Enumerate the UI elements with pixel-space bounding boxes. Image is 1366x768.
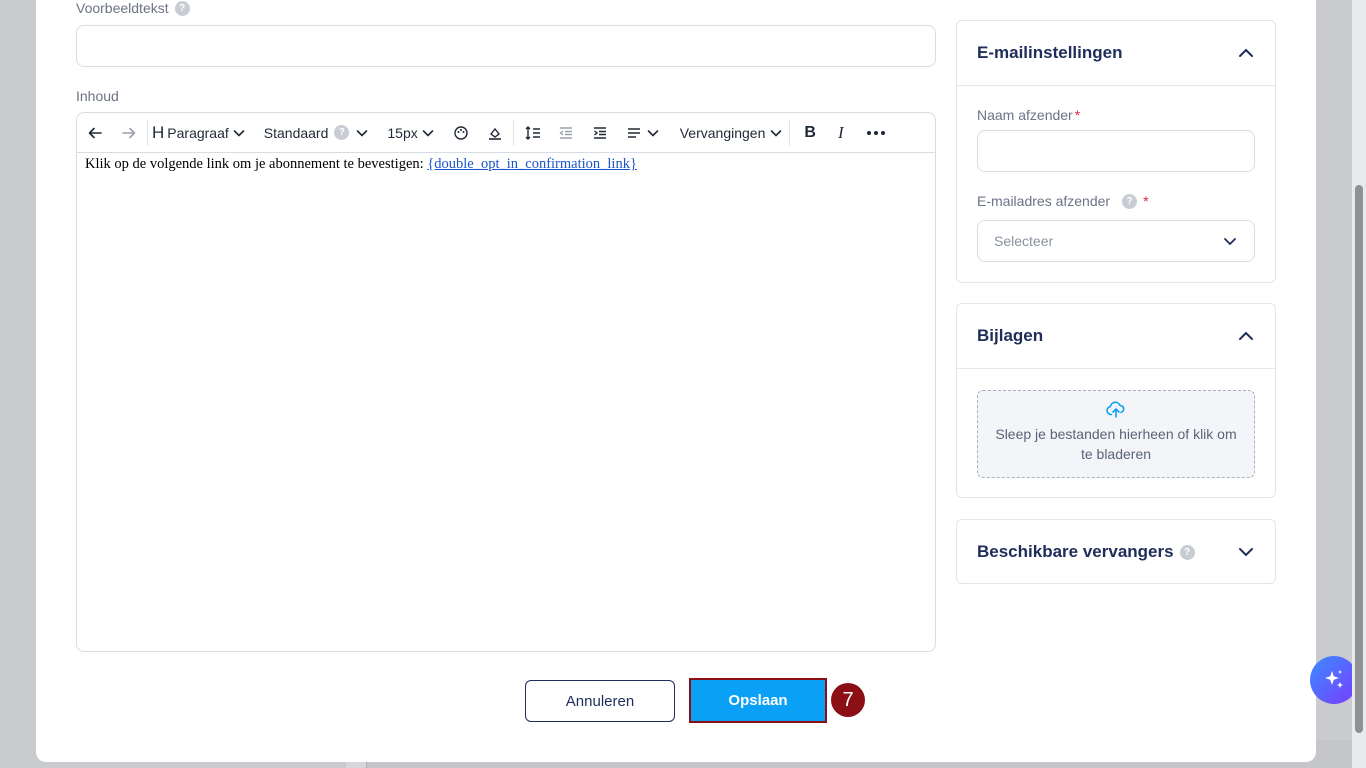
- rich-text-editor: H Paragraaf Standaard ? 15px Vervanginge…: [76, 112, 936, 652]
- attachments-header[interactable]: Bijlagen: [957, 304, 1275, 368]
- sender-email-label-text: E-mailadres afzender: [977, 193, 1111, 209]
- heading-dropdown-label: Paragraaf: [167, 124, 229, 141]
- line-height-icon[interactable]: [524, 113, 542, 153]
- sender-name-input[interactable]: [977, 130, 1255, 172]
- chevron-up-icon[interactable]: [1237, 327, 1255, 345]
- editor-text: Klik op de volgende link om je abonnemen…: [85, 156, 428, 172]
- sender-email-label: E-mailadres afzender ? *: [977, 193, 1149, 209]
- sender-email-placeholder: Selecteer: [994, 233, 1054, 249]
- available-replacements-title: Beschikbare vervangers: [977, 542, 1174, 561]
- preview-text-label: Voorbeeldtekst ?: [76, 0, 190, 16]
- font-size-dropdown[interactable]: 15px: [387, 113, 434, 153]
- required-mark: *: [1074, 107, 1081, 123]
- content-label: Inhoud: [76, 88, 119, 104]
- chevron-up-icon[interactable]: [1237, 44, 1255, 62]
- italic-icon[interactable]: I: [838, 113, 844, 153]
- step-badge: 7: [831, 683, 865, 717]
- available-replacements-title-wrap: Beschikbare vervangers ?: [977, 542, 1195, 562]
- help-icon[interactable]: ?: [1122, 193, 1138, 209]
- email-settings-title: E-mailinstellingen: [977, 43, 1123, 62]
- sender-email-select[interactable]: Selecteer: [977, 220, 1255, 262]
- undo-icon[interactable]: [87, 113, 109, 153]
- font-family-dropdown[interactable]: Standaard ?: [264, 113, 370, 153]
- attachments-panel: Bijlagen Sleep je bestanden hierheen of …: [956, 303, 1276, 498]
- font-family-label: Standaard: [263, 124, 329, 141]
- editor-toolbar: H Paragraaf Standaard ? 15px Vervanginge…: [77, 113, 935, 153]
- attachments-title: Bijlagen: [977, 326, 1044, 345]
- align-left-icon: [627, 127, 640, 138]
- preview-text-input[interactable]: [76, 25, 936, 67]
- sparkles-icon: [1325, 670, 1343, 688]
- bold-icon[interactable]: B: [804, 113, 816, 153]
- toolbar-divider: [147, 119, 148, 146]
- heading-dropdown[interactable]: H Paragraaf: [152, 113, 246, 153]
- font-size-label: 15px: [387, 124, 418, 141]
- editor-content[interactable]: Klik op de volgende link om je abonnemen…: [77, 153, 935, 176]
- save-button-highlight: Opslaan: [689, 678, 827, 723]
- file-dropzone[interactable]: Sleep je bestanden hierheen of klik om t…: [977, 390, 1255, 478]
- ai-assistant-button[interactable]: [1310, 656, 1358, 704]
- align-dropdown[interactable]: [626, 113, 660, 153]
- sender-name-label: Naam afzender *: [977, 107, 1080, 123]
- available-replacements-header[interactable]: Beschikbare vervangers ?: [957, 520, 1275, 584]
- email-settings-header[interactable]: E-mailinstellingen: [957, 21, 1275, 85]
- chevron-down-icon: [647, 129, 659, 137]
- help-icon[interactable]: ?: [174, 0, 190, 16]
- panel-divider: [957, 368, 1275, 369]
- preview-text-label-text: Voorbeeldtekst: [76, 0, 169, 16]
- background-color-icon[interactable]: [487, 113, 503, 153]
- toolbar-divider: [789, 119, 791, 146]
- page-scrollbar[interactable]: [1352, 0, 1366, 768]
- toolbar-divider: [512, 119, 514, 146]
- scrollbar-thumb[interactable]: [1355, 185, 1363, 733]
- required-mark: *: [1143, 193, 1149, 209]
- redo-icon[interactable]: [121, 113, 143, 153]
- help-icon[interactable]: ?: [1179, 544, 1195, 560]
- save-button[interactable]: Opslaan: [691, 680, 825, 721]
- chevron-down-icon[interactable]: [1237, 543, 1255, 561]
- dropzone-text: Sleep je bestanden hierheen of klik om t…: [995, 426, 1237, 462]
- panel-divider: [957, 85, 1275, 86]
- confirmation-link[interactable]: {double_opt_in_confirmation_link}: [427, 156, 637, 172]
- indent-icon[interactable]: [592, 113, 608, 153]
- heading-icon: H: [152, 122, 165, 142]
- chevron-down-icon: [422, 129, 434, 137]
- sender-name-label-text: Naam afzender: [977, 107, 1073, 123]
- available-replacements-panel: Beschikbare vervangers ?: [956, 519, 1276, 584]
- chevron-down-icon: [1224, 238, 1236, 246]
- replacements-label: Vervangingen: [679, 124, 766, 141]
- help-icon[interactable]: ?: [334, 125, 350, 140]
- more-options-icon[interactable]: [866, 113, 886, 153]
- replacements-dropdown[interactable]: Vervangingen: [680, 113, 784, 153]
- content-label-text: Inhoud: [76, 88, 119, 104]
- upload-cloud-icon: [1106, 401, 1125, 418]
- email-settings-panel: E-mailinstellingen Naam afzender * E-mai…: [956, 20, 1276, 283]
- cancel-button[interactable]: Annuleren: [525, 680, 675, 722]
- chevron-down-icon: [357, 129, 368, 137]
- outdent-icon[interactable]: [558, 113, 574, 153]
- text-color-icon[interactable]: [453, 113, 469, 153]
- chevron-down-icon: [771, 129, 782, 137]
- chevron-down-icon: [233, 129, 245, 137]
